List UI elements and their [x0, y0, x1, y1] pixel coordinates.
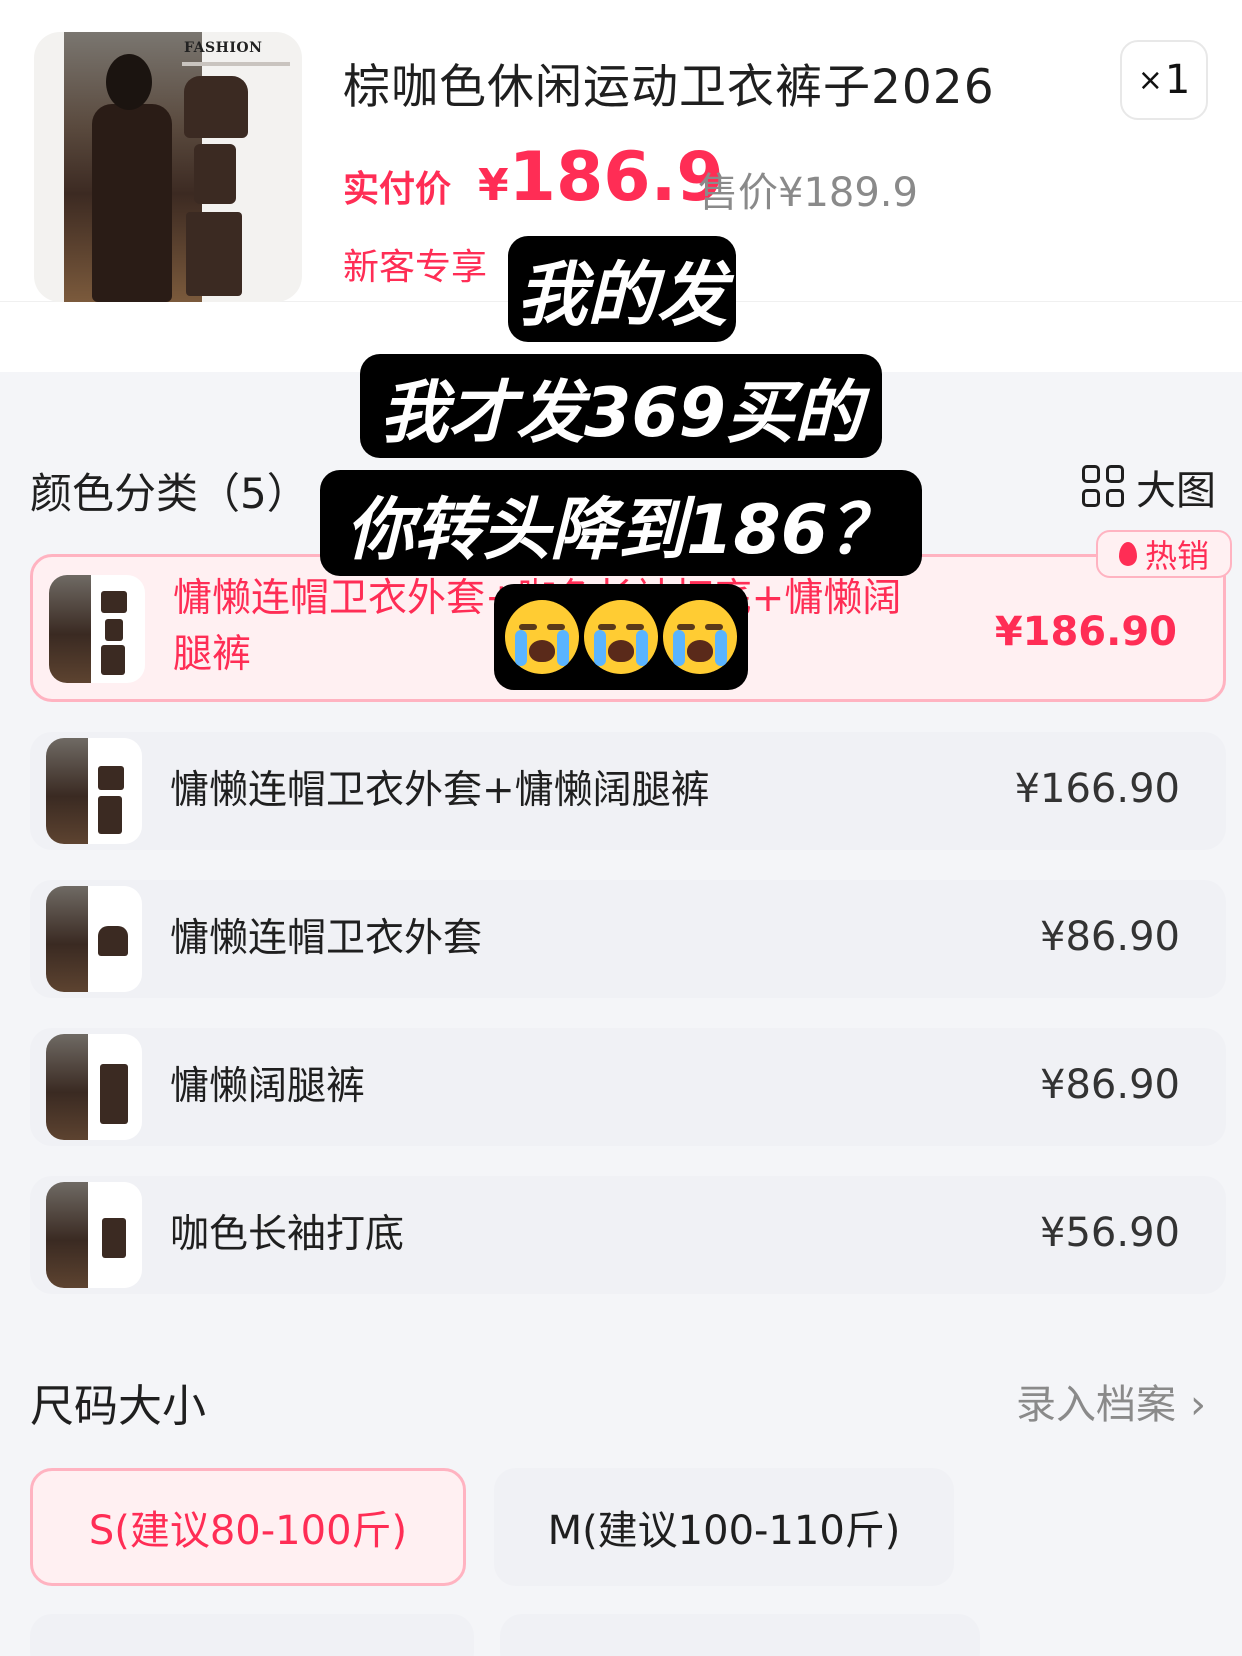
size-option[interactable]: S(建议80-100斤) — [30, 1468, 466, 1586]
overlay-caption-line-3: 你转头降到186？ — [320, 470, 922, 576]
longsleeve-image — [105, 619, 123, 641]
option-price: ¥86.90 — [1040, 914, 1180, 960]
pants-image — [98, 796, 122, 834]
option-thumbnail — [49, 575, 145, 683]
currency-symbol: ¥ — [478, 160, 509, 211]
record-profile-link[interactable]: 录入档案 › — [1016, 1372, 1206, 1430]
size-option-partial[interactable] — [500, 1614, 980, 1656]
model-photo — [46, 738, 88, 844]
option-thumbnail — [46, 738, 142, 844]
size-option-label: M(建议100-110斤) — [547, 1508, 901, 1554]
size-section-title: 尺码大小 — [30, 1381, 206, 1432]
original-price: 售价¥189.9 — [698, 170, 918, 216]
hot-sale-badge: 热销 — [1096, 530, 1232, 578]
option-price: ¥166.90 — [1014, 766, 1180, 812]
model-photo — [49, 575, 91, 683]
hoodie-image — [98, 926, 128, 956]
color-section-title: 颜色分类（5） — [30, 469, 309, 518]
longsleeve-image — [194, 144, 236, 204]
quantity-value: 1 — [1164, 57, 1191, 103]
big-view-toggle[interactable]: 大图 — [1082, 458, 1216, 516]
model-photo — [46, 886, 88, 992]
hoodie-image — [98, 766, 124, 790]
overlay-caption-line-2: 我才发369买的 — [360, 354, 882, 458]
hoodie-image — [184, 76, 248, 138]
overlay-caption-line-1: 我的发 — [508, 236, 736, 342]
crying-face-icon — [504, 600, 579, 674]
option-price: ¥186.90 — [994, 609, 1177, 655]
model-photo — [46, 1182, 88, 1288]
thumbnail-subtext — [182, 62, 290, 66]
product-thumbnail[interactable]: FASHION — [34, 32, 302, 302]
quantity-badge[interactable]: × 1 — [1120, 40, 1208, 120]
flame-icon — [1118, 542, 1137, 566]
grid-icon — [1082, 465, 1126, 509]
crying-face-icon — [583, 600, 658, 674]
color-option[interactable]: 慵懒阔腿裤 ¥86.90 — [30, 1028, 1226, 1146]
hot-sale-label: 热销 — [1144, 537, 1209, 575]
option-thumbnail — [46, 1182, 142, 1288]
new-customer-label: 新客专享 — [343, 247, 488, 288]
pay-price-label: 实付价 — [343, 169, 452, 210]
size-option[interactable]: M(建议100-110斤) — [494, 1468, 954, 1586]
option-label: 慵懒阔腿裤 — [170, 1064, 366, 1109]
longsleeve-image — [102, 1218, 126, 1258]
chevron-right-icon: › — [1190, 1382, 1206, 1428]
option-label: 慵懒连帽卫衣外套+慵懒阔腿裤 — [170, 768, 710, 813]
pay-price: ¥186.9 — [478, 138, 724, 217]
thumbnail-brand-text: FASHION — [184, 40, 263, 56]
model-figure — [92, 104, 172, 302]
size-option-partial[interactable] — [30, 1614, 474, 1656]
option-label: 慵懒连帽卫衣外套 — [170, 916, 483, 961]
option-thumbnail — [46, 886, 142, 992]
size-option-label: S(建议80-100斤) — [88, 1508, 408, 1554]
pants-image — [101, 645, 125, 675]
product-title: 棕咖色休闲运动卫衣裤子2026 — [343, 60, 995, 115]
option-thumbnail — [46, 1034, 142, 1140]
record-profile-label: 录入档案 — [1016, 1382, 1176, 1428]
option-price: ¥86.90 — [1040, 1062, 1180, 1108]
color-option[interactable]: 咖色长袖打底 ¥56.90 — [30, 1176, 1226, 1294]
model-photo — [46, 1034, 88, 1140]
crying-face-icon — [663, 600, 738, 674]
option-price: ¥56.90 — [1040, 1210, 1180, 1256]
hoodie-image — [101, 591, 127, 613]
quantity-multiplier: × — [1137, 62, 1163, 98]
big-view-label: 大图 — [1136, 468, 1216, 514]
color-option[interactable]: 慵懒连帽卫衣外套 ¥86.90 — [30, 880, 1226, 998]
pants-image — [186, 212, 242, 296]
color-option[interactable]: 慵懒连帽卫衣外套+慵懒阔腿裤 ¥166.90 — [30, 732, 1226, 850]
model-head — [106, 54, 152, 110]
pay-price-value: 186.9 — [508, 138, 724, 217]
pants-image — [100, 1064, 128, 1124]
option-label: 咖色长袖打底 — [170, 1212, 405, 1257]
crying-emoji-row — [494, 584, 748, 690]
